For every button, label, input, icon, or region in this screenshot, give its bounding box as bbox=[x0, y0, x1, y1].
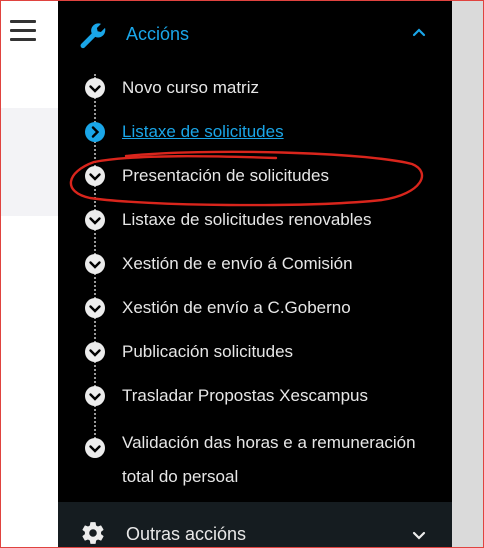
check-circle-icon bbox=[85, 438, 105, 458]
menu-item-validacion-horas[interactable]: Validación das horas e a remuneración to… bbox=[58, 426, 452, 496]
menu-item-label: Trasladar Propostas Xescampus bbox=[122, 386, 368, 405]
hamburger-menu-icon[interactable] bbox=[10, 20, 36, 42]
menu-item-label: Xestión de envío a C.Goberno bbox=[122, 298, 351, 317]
menu-item-novo-curso-matriz[interactable]: Novo curso matriz bbox=[58, 66, 452, 110]
content-band bbox=[0, 108, 58, 216]
content-pane bbox=[0, 0, 58, 548]
actions-section-title: Accións bbox=[126, 24, 190, 44]
menu-item-listaxe-de-solicitudes[interactable]: Listaxe de solicitudes bbox=[58, 110, 452, 154]
wrench-icon bbox=[80, 23, 106, 49]
check-circle-icon bbox=[85, 342, 105, 362]
check-circle-icon bbox=[85, 166, 105, 186]
menu-item-label: Listaxe de solicitudes bbox=[122, 122, 284, 141]
check-circle-icon bbox=[85, 298, 105, 318]
menu-item-publicacion-solicitudes[interactable]: Publicación solicitudes bbox=[58, 330, 452, 374]
menu-item-xestion-envio-cgoberno[interactable]: Xestión de envío a C.Goberno bbox=[58, 286, 452, 330]
menu-item-listaxe-de-solicitudes-renovables[interactable]: Listaxe de solicitudes renovables bbox=[58, 198, 452, 242]
arrow-circle-icon bbox=[85, 122, 105, 142]
chevron-down-icon[interactable] bbox=[410, 526, 428, 544]
menu-item-label: Listaxe de solicitudes renovables bbox=[122, 210, 372, 229]
chevron-up-icon[interactable] bbox=[410, 24, 428, 42]
check-circle-icon bbox=[85, 210, 105, 230]
sidebar-menu: Accións Novo curso matriz Listaxe de sol… bbox=[58, 0, 452, 548]
scrollbar-track[interactable] bbox=[452, 0, 484, 548]
menu-item-label: Publicación solicitudes bbox=[122, 342, 294, 361]
check-circle-icon bbox=[85, 254, 105, 274]
menu-item-label: Validación das horas e a remuneración to… bbox=[122, 433, 416, 486]
actions-section-header[interactable]: Accións bbox=[58, 12, 452, 56]
gear-icon bbox=[82, 522, 104, 544]
menu-item-xestion-envio-comision[interactable]: Xestión de e envío á Comisión bbox=[58, 242, 452, 286]
menu-item-presentacion-de-solicitudes[interactable]: Presentación de solicitudes bbox=[58, 154, 452, 198]
check-circle-icon bbox=[85, 386, 105, 406]
other-actions-title: Outras accións bbox=[126, 524, 247, 544]
other-actions-section[interactable] bbox=[58, 502, 452, 548]
menu-item-label: Novo curso matriz bbox=[122, 78, 259, 97]
menu-item-label: Presentación de solicitudes bbox=[122, 166, 329, 185]
check-circle-icon bbox=[85, 78, 105, 98]
menu-item-trasladar-propostas[interactable]: Trasladar Propostas Xescampus bbox=[58, 374, 452, 418]
menu-item-label: Xestión de e envío á Comisión bbox=[122, 254, 353, 273]
